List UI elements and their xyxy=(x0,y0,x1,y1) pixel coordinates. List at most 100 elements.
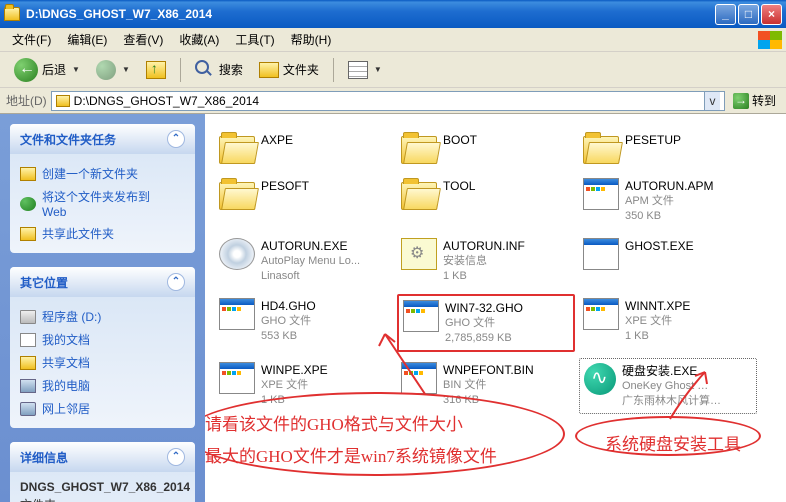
file-name: WNPEFONT.BIN xyxy=(443,362,571,378)
detail-type: 文件夹 xyxy=(20,494,185,502)
file-item[interactable]: BOOT xyxy=(397,128,575,168)
go-icon: → xyxy=(733,93,749,109)
menubar: 文件(F) 编辑(E) 查看(V) 收藏(A) 工具(T) 帮助(H) xyxy=(0,28,786,52)
chevron-down-icon: ▼ xyxy=(374,65,382,74)
up-button[interactable] xyxy=(140,57,172,83)
places-panel: 其它位置 ⌃ 程序盘 (D:) 我的文档 共享文档 我的电脑 网上邻居 xyxy=(10,267,195,428)
menu-edit[interactable]: 编辑(E) xyxy=(59,29,115,50)
menu-tools[interactable]: 工具(T) xyxy=(227,29,282,50)
address-dropdown[interactable]: v xyxy=(704,92,720,110)
title-folder-icon xyxy=(4,7,20,21)
file-name: GHOST.EXE xyxy=(625,238,753,254)
place-my-docs[interactable]: 我的文档 xyxy=(20,328,185,351)
app-icon xyxy=(401,362,437,394)
file-name: WINNT.XPE xyxy=(625,298,753,314)
task-share[interactable]: 共享此文件夹 xyxy=(20,222,185,245)
tasks-panel-header[interactable]: 文件和文件夹任务 ⌃ xyxy=(10,124,195,154)
file-name: AUTORUN.APM xyxy=(625,178,753,194)
file-name: AXPE xyxy=(261,132,389,148)
main-area: 文件和文件夹任务 ⌃ 创建一个新文件夹 将这个文件夹发布到 Web 共享此文件夹… xyxy=(0,114,786,502)
app-icon xyxy=(219,362,255,394)
file-item[interactable]: WNPEFONT.BINBIN 文件316 KB xyxy=(397,358,575,414)
windows-flag-icon xyxy=(758,31,782,49)
forward-button[interactable]: ▼ xyxy=(90,56,136,84)
menu-help[interactable]: 帮助(H) xyxy=(283,29,340,50)
file-item[interactable]: WIN7-32.GHOGHO 文件2,785,859 KB xyxy=(397,294,575,352)
file-item[interactable]: WINNT.XPEXPE 文件1 KB xyxy=(579,294,757,352)
file-name: PESETUP xyxy=(625,132,753,148)
file-meta: Linasoft xyxy=(261,269,389,284)
file-name: TOOL xyxy=(443,178,571,194)
place-my-computer[interactable]: 我的电脑 xyxy=(20,374,185,397)
file-item[interactable]: PESOFT xyxy=(215,174,393,228)
file-item[interactable]: AXPE xyxy=(215,128,393,168)
task-new-folder[interactable]: 创建一个新文件夹 xyxy=(20,162,185,185)
back-button[interactable]: 后退 ▼ xyxy=(8,54,86,86)
folders-icon xyxy=(259,62,279,78)
file-view[interactable]: AXPE BOOT PESETUP PESOFT TOOL AUTORUN.APMAPM … xyxy=(205,114,786,502)
file-meta: BIN 文件 xyxy=(443,378,571,393)
views-button[interactable]: ▼ xyxy=(342,57,388,83)
file-item[interactable]: TOOL xyxy=(397,174,575,228)
close-button[interactable]: × xyxy=(761,4,782,25)
minimize-button[interactable]: _ xyxy=(715,4,736,25)
place-network[interactable]: 网上邻居 xyxy=(20,397,185,420)
collapse-icon: ⌃ xyxy=(167,130,185,148)
folder-icon xyxy=(20,167,36,181)
details-panel: 详细信息 ⌃ DNGS_GHOST_W7_X86_2014 文件夹 修改日期: … xyxy=(10,442,195,502)
address-input[interactable]: D:\DNGS_GHOST_W7_X86_2014 v xyxy=(51,91,725,111)
file-item[interactable]: AUTORUN.INF安装信息1 KB xyxy=(397,234,575,288)
file-meta: 2,785,859 KB xyxy=(445,331,569,346)
annotation-line1: 请看该文件的GHO格式与文件大小 xyxy=(205,410,463,435)
separator xyxy=(333,58,334,82)
menu-view[interactable]: 查看(V) xyxy=(115,29,171,50)
annotation-line2: 最大的GHO文件才是win7系统镜像文件 xyxy=(205,442,497,467)
file-meta: 1 KB xyxy=(625,329,753,344)
details-panel-header[interactable]: 详细信息 ⌃ xyxy=(10,442,195,472)
file-meta: XPE 文件 xyxy=(261,378,389,393)
back-icon xyxy=(14,58,38,82)
file-item[interactable]: AUTORUN.EXEAutoPlay Menu Lo...Linasoft xyxy=(215,234,393,288)
detail-name: DNGS_GHOST_W7_X86_2014 xyxy=(20,480,185,494)
go-button[interactable]: → 转到 xyxy=(729,92,780,109)
file-meta: APM 文件 xyxy=(625,194,753,209)
places-panel-header[interactable]: 其它位置 ⌃ xyxy=(10,267,195,297)
file-item[interactable]: AUTORUN.APMAPM 文件350 KB xyxy=(579,174,757,228)
folder-icon xyxy=(401,132,437,164)
file-meta: 316 KB xyxy=(443,393,571,408)
maximize-button[interactable]: □ xyxy=(738,4,759,25)
file-name: HD4.GHO xyxy=(261,298,389,314)
file-meta: GHO 文件 xyxy=(261,314,389,329)
network-icon xyxy=(20,402,36,416)
address-label: 地址(D) xyxy=(6,92,47,109)
toolbar: 后退 ▼ ▼ 搜索 文件夹 ▼ xyxy=(0,52,786,88)
folder-icon xyxy=(583,132,619,164)
window-title: D:\DNGS_GHOST_W7_X86_2014 xyxy=(26,7,715,21)
file-name: BOOT xyxy=(443,132,571,148)
file-item[interactable]: HD4.GHOGHO 文件553 KB xyxy=(215,294,393,352)
search-icon xyxy=(195,60,215,80)
folders-button[interactable]: 文件夹 xyxy=(253,57,325,82)
search-button[interactable]: 搜索 xyxy=(189,56,249,84)
app-icon xyxy=(219,298,255,330)
menu-favorites[interactable]: 收藏(A) xyxy=(171,29,227,50)
task-publish-web[interactable]: 将这个文件夹发布到 Web xyxy=(20,185,185,222)
file-meta: OneKey Ghost … xyxy=(622,379,752,394)
place-drive-d[interactable]: 程序盘 (D:) xyxy=(20,305,185,328)
place-shared-docs[interactable]: 共享文档 xyxy=(20,351,185,374)
file-item[interactable]: GHOST.EXE xyxy=(579,234,757,288)
file-meta: XPE 文件 xyxy=(625,314,753,329)
globe-icon xyxy=(20,197,36,211)
file-item[interactable]: WINPE.XPEXPE 文件1 KB xyxy=(215,358,393,414)
address-path: D:\DNGS_GHOST_W7_X86_2014 xyxy=(74,94,700,108)
file-item[interactable]: 硬盘安装.EXEOneKey Ghost …广东雨林木风计算… xyxy=(579,358,757,414)
file-meta: 广东雨林木风计算… xyxy=(622,394,752,409)
file-name: 硬盘安装.EXE xyxy=(622,363,752,379)
up-icon xyxy=(146,61,166,79)
file-meta: 1 KB xyxy=(261,393,389,408)
menu-file[interactable]: 文件(F) xyxy=(4,29,59,50)
file-item[interactable]: PESETUP xyxy=(579,128,757,168)
separator xyxy=(180,58,181,82)
file-name: AUTORUN.EXE xyxy=(261,238,389,254)
inf-icon xyxy=(401,238,437,270)
